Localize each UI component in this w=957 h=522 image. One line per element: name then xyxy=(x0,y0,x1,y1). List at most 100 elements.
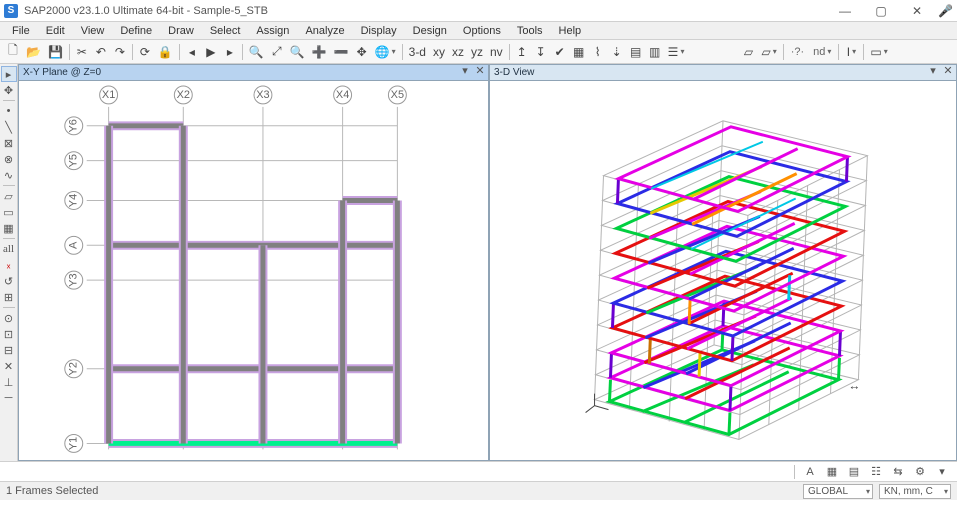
menu-help[interactable]: Help xyxy=(551,23,590,39)
separator xyxy=(132,44,133,60)
deformed-button[interactable]: ⌇ xyxy=(589,43,607,61)
pan-button[interactable]: ✥ xyxy=(353,43,371,61)
plan-view-canvas[interactable]: X1 X2 X3 X4 X5 Y1 Y2 Y3 A Y4 Y5 Y6 xyxy=(19,81,488,460)
zoom-prev-button[interactable]: 🔍 xyxy=(287,43,308,61)
snap-perp[interactable]: ⊥ xyxy=(1,374,17,390)
3d-view-canvas[interactable]: ↔ xyxy=(490,81,956,460)
deselect-tool[interactable]: ₓ xyxy=(1,257,17,273)
options-gear-icon[interactable]: ⚙ xyxy=(911,464,929,480)
run-button[interactable]: ▶ xyxy=(202,43,220,61)
show-joints-button[interactable]: ☷ xyxy=(867,464,885,480)
draw-poly-area[interactable]: ▱ xyxy=(1,188,17,204)
view-3d-button[interactable]: 3-d xyxy=(406,43,429,61)
lock-button[interactable]: 🔒 xyxy=(155,43,176,61)
draw-rect-area[interactable]: ▭ xyxy=(1,204,17,220)
view-yz-button[interactable]: yz xyxy=(468,43,486,61)
snap-end[interactable]: ⊟ xyxy=(1,342,17,358)
separator xyxy=(783,44,784,60)
draw-special-joint[interactable]: • xyxy=(1,103,17,119)
maximize-button[interactable]: ▢ xyxy=(864,0,898,22)
menu-draw[interactable]: Draw xyxy=(160,23,202,39)
area-load-button[interactable]: ▥ xyxy=(646,43,664,61)
view-nv-button[interactable]: nv xyxy=(487,43,506,61)
section-cut-button[interactable]: ▱ xyxy=(739,43,757,61)
snap-button[interactable]: ▱ xyxy=(758,43,779,61)
refresh-button[interactable]: ⟳ xyxy=(136,43,154,61)
mic-icon[interactable]: 🎤 xyxy=(938,4,953,18)
show-extrude-button[interactable]: ▦ xyxy=(823,464,841,480)
zoom-extents-button[interactable]: ⤢ xyxy=(268,43,286,61)
toggle-button[interactable]: ⇆ xyxy=(889,464,907,480)
joint-load-button[interactable]: ⇣ xyxy=(608,43,626,61)
grid-y-labels: Y1 Y2 Y3 A Y4 Y5 Y6 xyxy=(65,117,83,453)
run-fwd-button[interactable]: ▸ xyxy=(221,43,239,61)
close-button[interactable]: ✕ xyxy=(900,0,934,22)
menu-edit[interactable]: Edit xyxy=(38,23,73,39)
status-bar: 1 Frames Selected GLOBAL KN, mm, C xyxy=(0,481,957,500)
quick-area[interactable]: ▦ xyxy=(1,220,17,236)
snap-intersect[interactable]: ✕ xyxy=(1,358,17,374)
3d-view-header[interactable]: 3-D View ▾ ✕ xyxy=(490,65,956,81)
quick-brace[interactable]: ⊗ xyxy=(1,151,17,167)
save-button[interactable]: 💾 xyxy=(45,43,66,61)
undo-button[interactable]: ↶ xyxy=(92,43,110,61)
snap-point[interactable]: ⊙ xyxy=(1,310,17,326)
zoom-window-button[interactable]: 🔍 xyxy=(246,43,267,61)
undeformed-button[interactable]: ▦ xyxy=(570,43,588,61)
frame-load-button[interactable]: ▤ xyxy=(627,43,645,61)
dim-button[interactable]: I xyxy=(842,43,860,61)
minimize-button[interactable]: — xyxy=(828,0,862,22)
pane-dropdown-icon[interactable]: ▾ xyxy=(927,65,939,77)
zoom-in-button[interactable]: ➕ xyxy=(309,43,330,61)
menu-assign[interactable]: Assign xyxy=(248,23,297,39)
reshape-tool[interactable]: ✥ xyxy=(1,82,17,98)
units-combo[interactable]: KN, mm, C xyxy=(879,484,951,499)
svg-text:Y5: Y5 xyxy=(68,154,80,167)
pane-dropdown-icon[interactable]: ▾ xyxy=(459,65,471,77)
named-display-button[interactable]: ☰ xyxy=(665,43,688,61)
menu-view[interactable]: View xyxy=(73,23,113,39)
extrude-button[interactable]: ▭ xyxy=(867,43,890,61)
show-text-button[interactable]: A xyxy=(801,464,819,480)
pane-close-icon[interactable]: ✕ xyxy=(474,65,486,77)
more-dropdown-icon[interactable]: ▾ xyxy=(933,464,951,480)
plan-view-header[interactable]: X-Y Plane @ Z=0 ▾ ✕ xyxy=(19,65,488,81)
menu-tools[interactable]: Tools xyxy=(509,23,551,39)
nd-dropdown[interactable]: nd xyxy=(809,46,835,58)
quick-frame[interactable]: ⊠ xyxy=(1,135,17,151)
menu-analyze[interactable]: Analyze xyxy=(297,23,352,39)
snap-mid[interactable]: ⊡ xyxy=(1,326,17,342)
menu-display[interactable]: Display xyxy=(353,23,405,39)
workspace: X-Y Plane @ Z=0 ▾ ✕ X1 X2 X3 X4 X5 xyxy=(18,64,957,461)
rotate-3d-button[interactable]: 🌐 xyxy=(372,43,399,61)
intersect-select[interactable]: ⊞ xyxy=(1,289,17,305)
zoom-out-button[interactable]: ➖ xyxy=(331,43,352,61)
down-story-button[interactable]: ↧ xyxy=(532,43,550,61)
snap-line[interactable]: ─ xyxy=(1,390,17,406)
run-back-button[interactable]: ◂ xyxy=(183,43,201,61)
menu-define[interactable]: Define xyxy=(112,23,160,39)
menu-design[interactable]: Design xyxy=(405,23,455,39)
pane-close-icon[interactable]: ✕ xyxy=(942,65,954,77)
menu-file[interactable]: File xyxy=(4,23,38,39)
app-icon: S xyxy=(4,4,18,18)
svg-text:A: A xyxy=(68,241,80,249)
print-button[interactable]: ✂ xyxy=(73,43,91,61)
separator xyxy=(863,44,864,60)
coord-system-combo[interactable]: GLOBAL xyxy=(803,484,873,499)
set-display-button[interactable]: ✔ xyxy=(551,43,569,61)
up-story-button[interactable]: ↥ xyxy=(513,43,531,61)
new-button[interactable]: 🗋 xyxy=(4,43,22,61)
view-xy-button[interactable]: xy xyxy=(430,43,448,61)
menu-select[interactable]: Select xyxy=(202,23,249,39)
select-all[interactable]: all xyxy=(1,241,17,257)
show-fill-button[interactable]: ▤ xyxy=(845,464,863,480)
view-xz-button[interactable]: xz xyxy=(449,43,467,61)
menu-options[interactable]: Options xyxy=(455,23,509,39)
redo-button[interactable]: ↷ xyxy=(111,43,129,61)
pointer-tool[interactable]: ▸ xyxy=(1,66,17,82)
prev-select[interactable]: ↺ xyxy=(1,273,17,289)
draw-cable[interactable]: ∿ xyxy=(1,167,17,183)
draw-frame[interactable]: ╲ xyxy=(1,119,17,135)
open-button[interactable]: 📂 xyxy=(23,43,44,61)
